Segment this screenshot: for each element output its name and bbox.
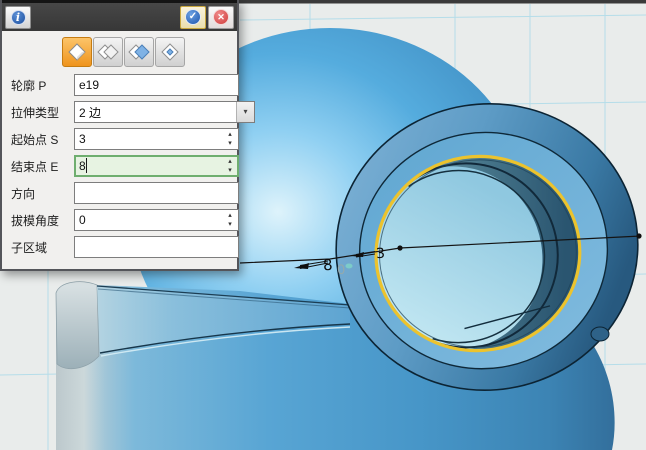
boolean-add-button[interactable] [93, 37, 123, 67]
end-point-stepper[interactable]: ▴ ▾ [223, 156, 237, 176]
end-point-label: 结束点 E [11, 158, 74, 175]
spinner-down-icon[interactable]: ▾ [228, 141, 232, 146]
diamond-base-icon [65, 40, 89, 64]
app-window: 8 0 3 i ✓ ✕ [0, 0, 646, 450]
draft-angle-label: 拔模角度 [11, 212, 74, 229]
end-point-input[interactable] [74, 155, 239, 177]
ok-check-icon: ✓ [185, 9, 201, 25]
spinner-up-icon[interactable]: ▴ [228, 132, 232, 137]
boss-lug [591, 327, 609, 341]
info-button[interactable]: i [5, 6, 31, 29]
ok-button[interactable]: ✓ [180, 6, 206, 29]
origin-drag-handle[interactable] [346, 264, 353, 269]
draft-angle-stepper[interactable]: ▴ ▾ [223, 210, 237, 230]
boolean-subtract-button[interactable] [124, 37, 154, 67]
axis-point [636, 233, 641, 238]
extrude-type-label: 拉伸类型 [11, 104, 74, 121]
diamond-intersect-icon [158, 40, 182, 64]
direction-input[interactable] [74, 182, 239, 204]
profile-label: 轮廓 P [11, 77, 74, 94]
dropdown-arrow-icon[interactable]: ▾ [236, 102, 254, 122]
start-point-input[interactable] [74, 128, 239, 150]
field-row-draft-angle: 拔模角度 ▴ ▾ [2, 209, 237, 231]
draft-angle-input[interactable] [74, 209, 239, 231]
spinner-down-icon[interactable]: ▾ [228, 168, 232, 173]
spinner-down-icon[interactable]: ▾ [228, 222, 232, 227]
direction-label: 方向 [11, 185, 74, 202]
info-icon: i [11, 10, 26, 25]
field-row-profile: 轮廓 P [2, 74, 237, 96]
field-row-extrude-type: 拉伸类型 ▾ [2, 101, 237, 123]
field-row-sub-region: 子区域 [2, 236, 237, 258]
profile-input[interactable] [74, 74, 239, 96]
diamond-subtract-icon [127, 40, 151, 64]
boolean-intersect-button[interactable] [155, 37, 185, 67]
start-distance-label: 3 [376, 246, 386, 263]
spinner-up-icon[interactable]: ▴ [228, 213, 232, 218]
start-point-label: 起始点 S [11, 131, 74, 148]
field-row-direction: 方向 [2, 182, 237, 204]
spinner-up-icon[interactable]: ▴ [228, 159, 232, 164]
origin-label: 0 [337, 263, 346, 279]
extrude-type-select[interactable] [74, 101, 255, 123]
sub-region-label: 子区域 [11, 239, 74, 256]
field-row-end-point: 结束点 E ▴ ▾ [2, 155, 237, 177]
start-point-stepper[interactable]: ▴ ▾ [223, 129, 237, 149]
axis-point [397, 245, 402, 250]
cancel-x-icon: ✕ [213, 9, 229, 25]
cancel-button[interactable]: ✕ [208, 6, 234, 29]
extrude-dialog: i ✓ ✕ [0, 0, 239, 271]
diamond-add-icon [96, 40, 120, 64]
end-distance-label: 8 [322, 256, 333, 275]
sub-region-input[interactable] [74, 236, 239, 258]
text-cursor [86, 158, 87, 173]
dialog-titlebar: i ✓ ✕ [2, 0, 237, 31]
boolean-toggle-row [2, 31, 237, 69]
boolean-base-button[interactable] [62, 37, 92, 67]
field-row-start-point: 起始点 S ▴ ▾ [2, 128, 237, 150]
model-band-cap[interactable] [56, 282, 99, 369]
